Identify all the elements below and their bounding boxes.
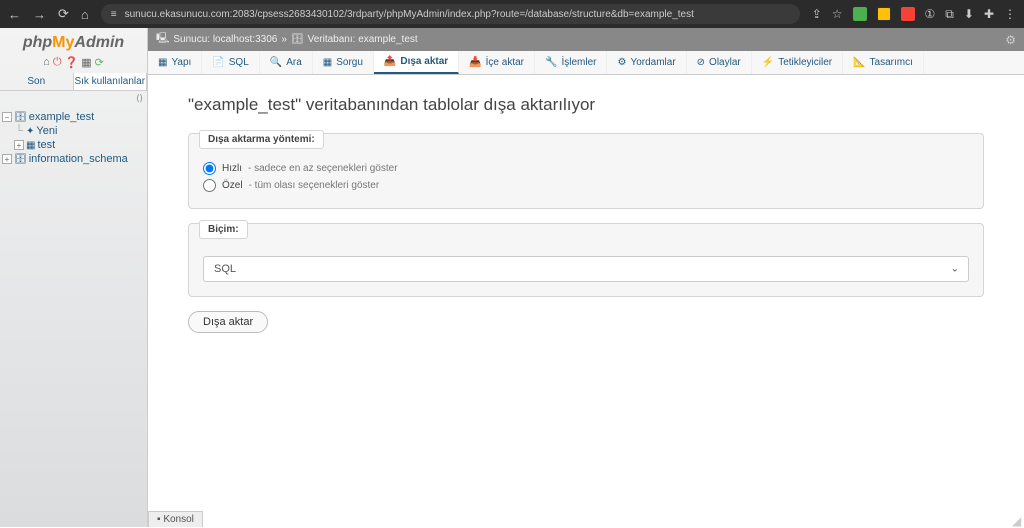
share-icon[interactable]: ⇪: [812, 7, 822, 21]
url-text: sunucu.ekasunucu.com:2083/cpsess26834301…: [125, 9, 694, 20]
tab-events[interactable]: ⊘Olaylar: [687, 51, 752, 74]
tree-toggle-icon[interactable]: +: [14, 140, 24, 150]
server-icon: 🖳: [156, 31, 169, 48]
tab-query[interactable]: ▦Sorgu: [313, 51, 374, 74]
format-select[interactable]: SQL: [203, 256, 969, 282]
logout-icon[interactable]: ⏻: [53, 56, 62, 69]
designer-icon: 📐: [853, 57, 865, 68]
tree-db-example-test[interactable]: − 🗄 example_test: [2, 110, 145, 124]
tree-db-information-schema[interactable]: + 🗄 information_schema: [2, 152, 145, 166]
browser-nav: ← → ⟳ ⌂: [8, 6, 89, 22]
download-icon[interactable]: ⬇: [964, 7, 974, 21]
back-icon[interactable]: ←: [8, 7, 21, 22]
export-method-legend: Dışa aktarma yöntemi:: [199, 130, 324, 149]
extension-green-icon[interactable]: [853, 7, 867, 21]
database-icon: 🗄: [291, 34, 304, 45]
sql-icon: 📄: [212, 57, 224, 68]
tab-favorites[interactable]: Sık kullanılanlar: [74, 73, 148, 90]
operations-icon: 🔧: [545, 57, 557, 68]
tab-structure[interactable]: ▦Yapı: [148, 51, 202, 74]
structure-icon: ▦: [158, 57, 167, 68]
page-title: "example_test" veritabanından tablolar d…: [188, 95, 984, 115]
breadcrumb-server[interactable]: Sunucu: localhost:3306: [173, 34, 277, 45]
radio-quick-input[interactable]: [203, 162, 216, 175]
extensions-icon[interactable]: ⧉: [945, 7, 954, 22]
forward-icon[interactable]: →: [33, 7, 46, 22]
browser-extensions: ⇪ ☆ ① ⧉ ⬇ ✚ ⋮: [812, 7, 1016, 22]
database-icon: 🗄: [14, 112, 27, 123]
breadcrumb-database[interactable]: Veritabanı: example_test: [308, 34, 418, 45]
tree-table-test[interactable]: + ▦ test: [2, 138, 145, 152]
events-icon: ⊘: [697, 57, 705, 68]
tree-branch-icon: └: [14, 125, 24, 137]
resize-handle-icon[interactable]: ◢: [1012, 515, 1024, 527]
export-method-fieldset: Dışa aktarma yöntemi: Hızlı - sadece en …: [188, 133, 984, 209]
search-icon: 🔍: [270, 57, 282, 68]
tree-toggle-icon[interactable]: −: [2, 112, 12, 122]
extension-red-icon[interactable]: [901, 7, 915, 21]
star-icon[interactable]: ☆: [832, 7, 843, 21]
format-legend: Biçim:: [199, 220, 248, 239]
home-small-icon[interactable]: ⌂: [43, 56, 50, 69]
breadcrumb: 🖳 Sunucu: localhost:3306 » 🗄 Veritabanı:…: [148, 28, 1024, 51]
console-icon: ▪: [157, 514, 161, 525]
gear-icon[interactable]: ⚙: [1005, 33, 1016, 47]
database-icon: 🗄: [14, 154, 27, 165]
tab-routines[interactable]: ⚙Yordamlar: [607, 51, 686, 74]
site-lock-icon: ≡: [111, 9, 117, 20]
home-icon[interactable]: ⌂: [81, 7, 89, 22]
sidebar: phpMyAdmin ⌂ ⏻ ❓ ▦ ⟳ Son Sık kullanılanl…: [0, 28, 148, 527]
format-fieldset: Biçim: SQL ⌄: [188, 223, 984, 297]
export-icon: 📤: [384, 56, 396, 67]
menu-icon[interactable]: ⋮: [1004, 7, 1016, 21]
content-area: "example_test" veritabanından tablolar d…: [148, 75, 1024, 353]
console-tab[interactable]: ▪ Konsol: [148, 511, 203, 527]
tree-toggle-icon[interactable]: +: [2, 154, 12, 164]
phpmyadmin-logo[interactable]: phpMyAdmin: [0, 28, 147, 54]
sidebar-collapse[interactable]: ⟨⟩: [0, 91, 147, 106]
main-panel: 🖳 Sunucu: localhost:3306 » 🗄 Veritabanı:…: [148, 28, 1024, 527]
tab-triggers[interactable]: ⚡Tetikleyiciler: [752, 51, 843, 74]
sql-small-icon[interactable]: ▦: [81, 56, 91, 69]
database-tree: − 🗄 example_test └ ✦ Yeni + ▦ test + 🗄 i…: [0, 106, 147, 527]
url-bar[interactable]: ≡ sunucu.ekasunucu.com:2083/cpsess268343…: [101, 4, 800, 24]
tab-search[interactable]: 🔍Ara: [260, 51, 313, 74]
table-icon: ▦: [26, 140, 35, 151]
browser-chrome: ← → ⟳ ⌂ ≡ sunucu.ekasunucu.com:2083/cpse…: [0, 0, 1024, 28]
new-icon: ✦: [26, 126, 34, 137]
notification-badge[interactable]: ①: [925, 7, 936, 21]
radio-custom[interactable]: Özel - tüm olası seçenekleri göster: [203, 177, 969, 194]
tab-recent[interactable]: Son: [0, 73, 74, 90]
routines-icon: ⚙: [617, 57, 626, 68]
top-tabs: ▦Yapı 📄SQL 🔍Ara ▦Sorgu 📤Dışa aktar 📥İçe …: [148, 51, 1024, 75]
export-button[interactable]: Dışa aktar: [188, 311, 268, 333]
tree-new-table[interactable]: └ ✦ Yeni: [2, 124, 145, 138]
tab-import[interactable]: 📥İçe aktar: [459, 51, 535, 74]
tab-export[interactable]: 📤Dışa aktar: [374, 51, 459, 74]
query-icon: ▦: [323, 57, 332, 68]
docs-icon[interactable]: ❓: [65, 56, 79, 69]
app-layout: phpMyAdmin ⌂ ⏻ ❓ ▦ ⟳ Son Sık kullanılanl…: [0, 28, 1024, 527]
tab-sql[interactable]: 📄SQL: [202, 51, 259, 74]
plus-icon[interactable]: ✚: [984, 7, 994, 21]
reload-small-icon[interactable]: ⟳: [95, 56, 104, 69]
radio-quick[interactable]: Hızlı - sadece en az seçenekleri göster: [203, 160, 969, 177]
extension-yellow-icon[interactable]: [877, 7, 891, 21]
radio-custom-input[interactable]: [203, 179, 216, 192]
tab-operations[interactable]: 🔧İşlemler: [535, 51, 607, 74]
sidebar-tabs: Son Sık kullanılanlar: [0, 73, 147, 91]
import-icon: 📥: [469, 57, 481, 68]
triggers-icon: ⚡: [762, 57, 774, 68]
sidebar-quick-icons: ⌂ ⏻ ❓ ▦ ⟳: [0, 54, 147, 73]
reload-icon[interactable]: ⟳: [58, 6, 69, 22]
tab-designer[interactable]: 📐Tasarımcı: [843, 51, 924, 74]
